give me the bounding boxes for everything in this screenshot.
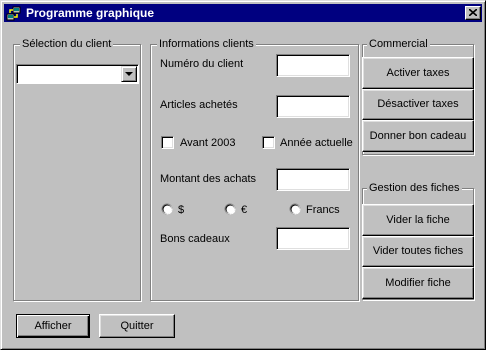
records-legend: Gestion des fiches bbox=[367, 181, 462, 195]
currency-dollar-radio[interactable] bbox=[161, 203, 173, 215]
clear-record-button[interactable]: Vider la fiche bbox=[362, 204, 474, 236]
current-year-checkbox[interactable] bbox=[262, 136, 275, 149]
app-window: Programme graphique Sélection du client … bbox=[0, 0, 486, 350]
purchase-amount-field[interactable] bbox=[276, 168, 350, 191]
title-bar[interactable]: Programme graphique bbox=[4, 4, 482, 22]
edit-record-button[interactable]: Modifier fiche bbox=[362, 267, 474, 299]
currency-francs-radio[interactable] bbox=[289, 203, 301, 215]
quit-button[interactable]: Quitter bbox=[99, 314, 175, 338]
app-icon bbox=[6, 6, 21, 21]
gift-vouchers-field[interactable] bbox=[276, 227, 350, 250]
close-icon bbox=[469, 9, 477, 16]
window-title: Programme graphique bbox=[26, 6, 155, 20]
gift-vouchers-label: Bons cadeaux bbox=[160, 233, 230, 245]
articles-purchased-label: Articles achetés bbox=[160, 99, 238, 111]
client-info-legend: Informations clients bbox=[157, 37, 256, 51]
client-select[interactable] bbox=[16, 64, 139, 84]
purchase-amount-label: Montant des achats bbox=[160, 173, 257, 185]
client-number-label: Numéro du client bbox=[160, 58, 244, 70]
currency-euro-label: € bbox=[241, 204, 248, 216]
currency-euro-radio[interactable] bbox=[224, 203, 236, 215]
commercial-legend: Commercial bbox=[367, 37, 430, 51]
client-selection-legend: Sélection du client bbox=[20, 37, 114, 51]
close-button[interactable] bbox=[465, 6, 481, 20]
show-button[interactable]: Afficher bbox=[16, 314, 90, 338]
give-gift-voucher-button[interactable]: Donner bon cadeau bbox=[362, 120, 474, 152]
client-number-field[interactable] bbox=[276, 54, 350, 77]
currency-dollar-label: $ bbox=[178, 204, 185, 216]
chevron-down-icon bbox=[125, 72, 133, 76]
before-2003-checkbox[interactable] bbox=[161, 136, 174, 149]
articles-purchased-field[interactable] bbox=[276, 95, 350, 118]
before-2003-label: Avant 2003 bbox=[180, 137, 236, 149]
currency-francs-label: Francs bbox=[306, 204, 340, 216]
activate-taxes-button[interactable]: Activer taxes bbox=[362, 57, 474, 89]
clear-all-records-button[interactable]: Vider toutes fiches bbox=[362, 236, 474, 267]
current-year-label: Année actuelle bbox=[280, 137, 353, 149]
deactivate-taxes-button[interactable]: Désactiver taxes bbox=[362, 89, 474, 120]
client-select-dropdown-button[interactable] bbox=[121, 66, 137, 82]
